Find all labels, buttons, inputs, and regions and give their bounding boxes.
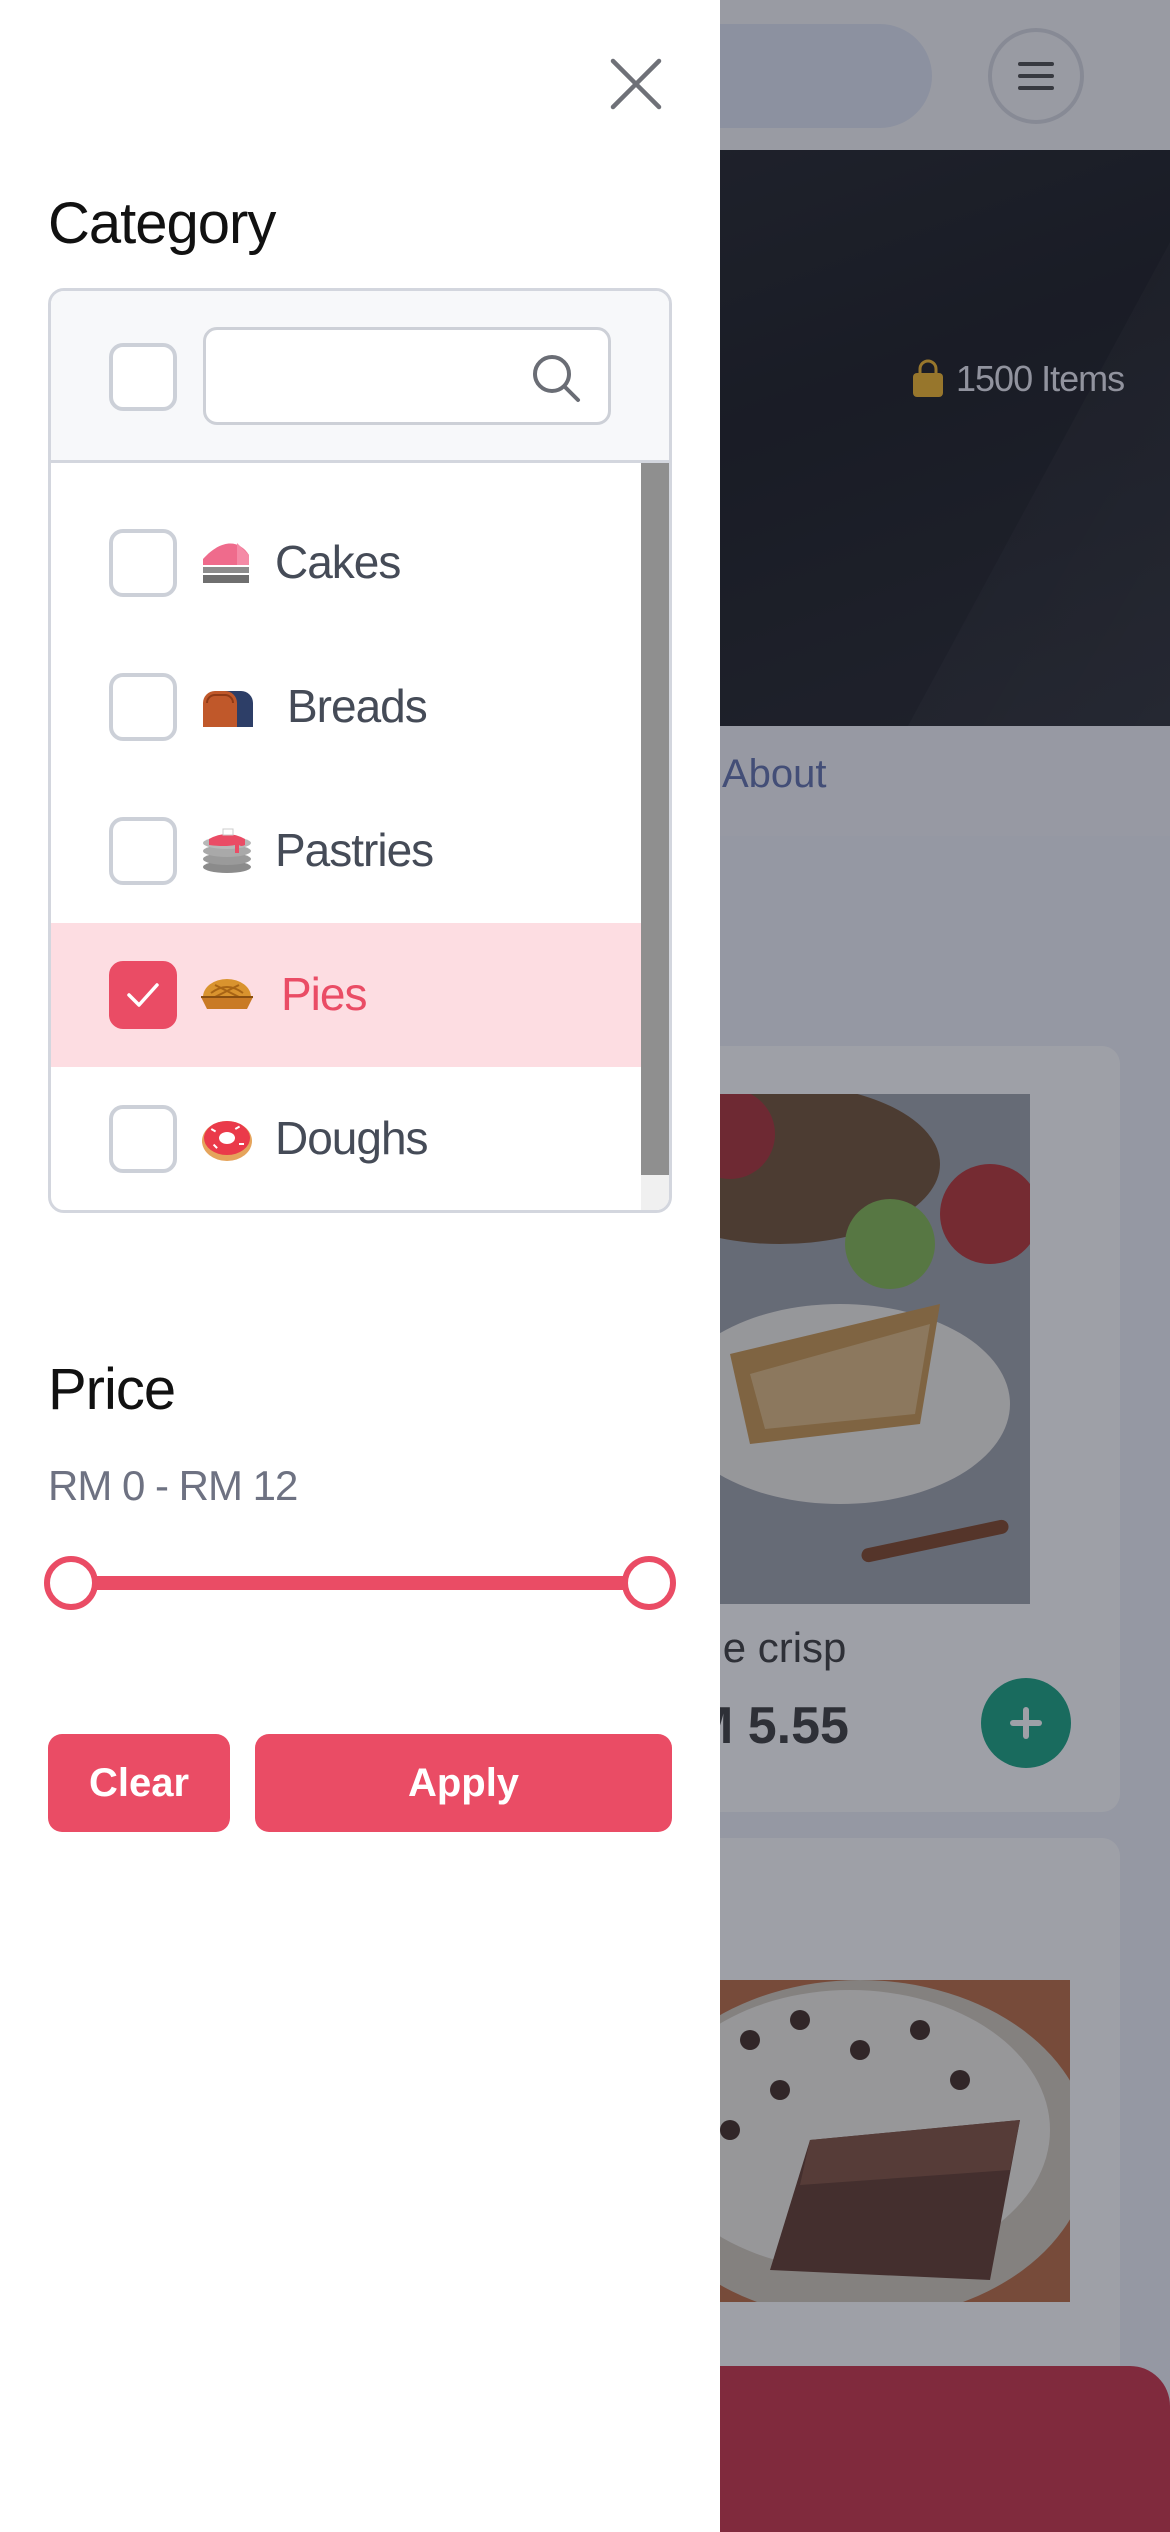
- cake-icon: [203, 543, 249, 583]
- category-list: Cakes Breads Pastries Pies Doughs: [51, 463, 641, 1210]
- price-title: Price: [48, 1357, 176, 1422]
- clear-button[interactable]: Clear: [48, 1734, 230, 1832]
- category-list-box: Cakes Breads Pastries Pies Doughs: [48, 288, 672, 1213]
- category-item-pies[interactable]: Pies: [51, 923, 641, 1067]
- breads-checkbox[interactable]: [109, 673, 177, 741]
- filter-drawer: Category Cakes Breads Pastries Pies Doug…: [0, 0, 720, 2532]
- slider-max-handle[interactable]: [622, 1556, 676, 1610]
- close-icon: [610, 58, 662, 110]
- category-label: Breads: [287, 680, 428, 732]
- cakes-checkbox[interactable]: [109, 529, 177, 597]
- category-item-doughs[interactable]: Doughs: [51, 1067, 641, 1210]
- pies-checkbox[interactable]: [109, 961, 177, 1029]
- category-item-breads[interactable]: Breads: [51, 635, 641, 779]
- pancake-icon: [203, 828, 251, 873]
- pastries-checkbox[interactable]: [109, 817, 177, 885]
- price-range-slider[interactable]: [44, 1556, 676, 1612]
- pie-icon: [201, 979, 253, 1009]
- scrollbar-thumb[interactable]: [641, 463, 669, 1175]
- category-title: Category: [48, 191, 276, 256]
- slider-min-handle[interactable]: [44, 1556, 98, 1610]
- category-label: Pies: [281, 968, 367, 1020]
- category-search-field[interactable]: [203, 327, 611, 425]
- category-label: Cakes: [275, 536, 401, 588]
- doughs-checkbox[interactable]: [109, 1105, 177, 1173]
- checkmark-icon: [127, 983, 159, 1007]
- select-all-checkbox[interactable]: [109, 343, 177, 411]
- category-search-input[interactable]: [222, 340, 522, 412]
- category-label: Doughs: [275, 1112, 429, 1164]
- close-button[interactable]: [604, 52, 668, 116]
- category-list-header: [51, 291, 669, 463]
- slider-track[interactable]: [70, 1576, 650, 1590]
- bread-icon: [203, 691, 253, 727]
- price-range-label: RM 0 - RM 12: [48, 1462, 298, 1509]
- category-item-pastries[interactable]: Pastries: [51, 779, 641, 923]
- donut-icon: [202, 1121, 252, 1161]
- category-label: Pastries: [275, 824, 434, 876]
- category-item-cakes[interactable]: Cakes: [51, 491, 641, 635]
- apply-button[interactable]: Apply: [255, 1734, 672, 1832]
- search-icon: [533, 355, 580, 402]
